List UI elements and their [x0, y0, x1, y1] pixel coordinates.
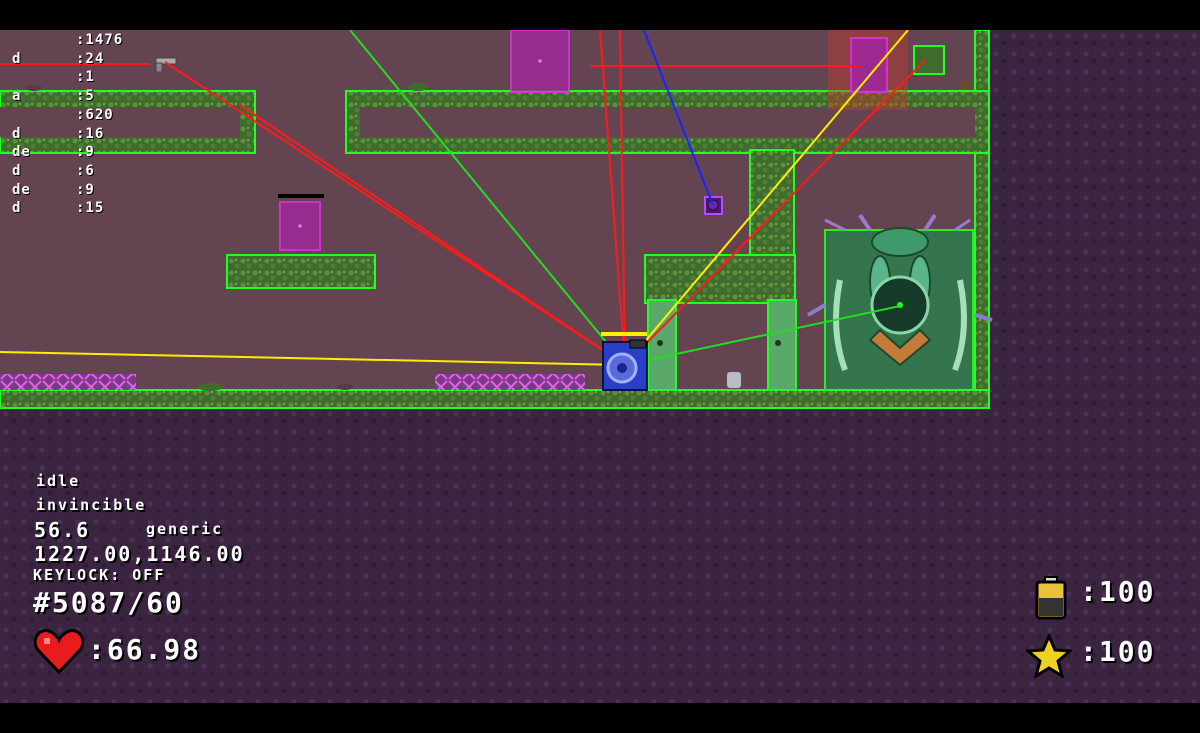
right-door-keyhole	[775, 340, 781, 346]
game-window: :1476 d :24 :1 a :5:620 d :16 de :9 d :6 de :9 d :15 id…	[0, 0, 1200, 733]
player-position-value: 1227.00,1146.00	[34, 542, 245, 566]
debug-stat-row: :1476	[12, 32, 123, 48]
frame-counter: #5087/60	[33, 586, 184, 619]
battery-value: :100	[1080, 575, 1156, 608]
floor-rock	[198, 383, 222, 391]
debug-stat-key: a	[12, 88, 22, 105]
battery-icon	[1035, 576, 1067, 620]
pink-hazard-middle	[435, 374, 585, 390]
debug-stat-key: de	[12, 181, 31, 198]
heart-icon	[34, 629, 84, 674]
player-speed-value: 56.6	[34, 518, 91, 542]
player-state-label: idle	[36, 472, 81, 490]
letterbox-bottom	[0, 703, 1200, 733]
player-mode-label: invincible	[36, 496, 147, 514]
debug-stat-value: :9	[76, 181, 95, 198]
keylock-status: KEYLOCK: OFF	[33, 566, 166, 584]
debug-stat-row: d :15	[12, 200, 104, 216]
health-value: :66.98	[88, 633, 202, 666]
debug-stat-row: de :9	[12, 144, 95, 160]
trigger-box-left-bar	[278, 194, 324, 198]
debug-stat-value: :6	[76, 162, 95, 179]
debug-stat-row: d :16	[12, 126, 104, 142]
debug-stat-row: d :6	[12, 163, 95, 179]
debug-stat-value: :620	[76, 106, 114, 123]
debug-stat-value: :1476	[76, 32, 124, 48]
debug-stat-key: de	[12, 144, 31, 161]
tower-block	[644, 254, 796, 304]
skull-item[interactable]	[727, 372, 741, 388]
debug-stat-value: :24	[76, 50, 105, 67]
debug-stat-value: :15	[76, 200, 105, 217]
floor-rock	[408, 83, 428, 91]
debug-stat-row: :620	[12, 107, 114, 123]
debug-stat-row: d :24	[12, 51, 104, 67]
game-viewport[interactable]: :1476 d :24 :1 a :5:620 d :16 de :9 d :6 de :9 d :15 id…	[0, 30, 1200, 703]
left-door-keyhole	[657, 340, 663, 346]
debug-stat-value: :5	[76, 88, 95, 105]
debug-stat-value: :16	[76, 125, 105, 142]
floating-platform	[226, 254, 376, 289]
debug-stat-key: d	[12, 50, 22, 67]
upper-long-ledge-cavity	[360, 107, 975, 137]
player-kind-label: generic	[146, 520, 224, 538]
sentry-turret[interactable]	[913, 45, 945, 75]
debug-stat-row: a :5	[12, 88, 95, 104]
left-door[interactable]	[647, 299, 677, 393]
star-icon	[1026, 634, 1072, 678]
debug-stat-key: d	[12, 125, 22, 142]
debug-stat-key: d	[12, 200, 22, 217]
debug-stat-key: d	[12, 162, 22, 179]
debug-stat-value: :9	[76, 144, 95, 161]
right-door[interactable]	[767, 299, 797, 393]
stars-value: :100	[1080, 635, 1156, 668]
debug-stat-row: de :9	[12, 182, 95, 198]
debug-stat-row: :1	[12, 69, 95, 85]
trigger-box-left-center	[298, 224, 302, 228]
pink-hazard-left	[0, 374, 136, 390]
letterbox-top	[0, 0, 1200, 30]
ground-floor	[0, 389, 990, 409]
right-wall	[974, 30, 990, 409]
trigger-box-top-center	[538, 59, 542, 63]
debug-stat-value: :1	[76, 69, 95, 86]
tower-pillar	[749, 149, 795, 259]
mantis-boss[interactable]	[806, 213, 993, 391]
wall-crate	[960, 82, 972, 90]
floor-rock	[337, 384, 353, 390]
